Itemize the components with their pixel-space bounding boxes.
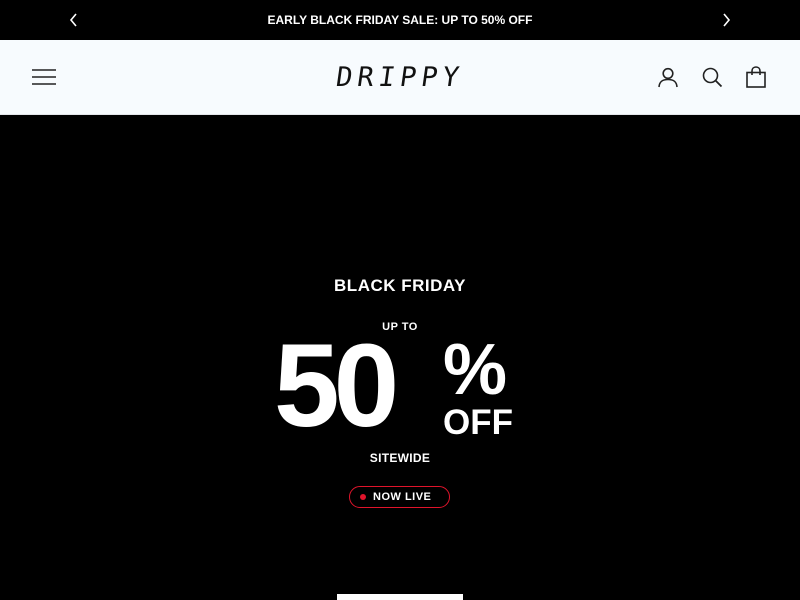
now-live-badge: NOW LIVE (349, 486, 450, 508)
announcement-bar: EARLY BLACK FRIDAY SALE: UP TO 50% OFF (0, 0, 800, 40)
account-button[interactable] (657, 66, 679, 88)
user-icon (658, 67, 678, 88)
chevron-right-icon (723, 13, 731, 27)
live-dot-icon (360, 494, 366, 500)
hero-banner[interactable]: BLACK FRIDAY UP TO 50 % OFF SITEWIDE NOW… (0, 115, 800, 600)
hero-discount-amount: 50 (274, 320, 399, 452)
hero-up-to: UP TO (382, 321, 418, 333)
shopping-bag-icon (746, 66, 766, 88)
live-badge-label: NOW LIVE (373, 491, 432, 503)
search-icon (702, 67, 723, 88)
search-button[interactable] (701, 66, 723, 88)
cart-button[interactable] (745, 66, 767, 88)
hero-scope: SITEWIDE (369, 451, 431, 465)
hero-cta-button[interactable] (337, 594, 463, 600)
brand-logo[interactable]: DRIPPY (0, 62, 800, 93)
site-header: DRIPPY (0, 40, 800, 115)
next-announcement-button[interactable] (717, 11, 735, 29)
hero-off-label: OFF (443, 403, 513, 442)
hero-eyebrow: BLACK FRIDAY (334, 276, 466, 295)
announcement-text[interactable]: EARLY BLACK FRIDAY SALE: UP TO 50% OFF (0, 13, 800, 27)
hero-percent-sign: % (443, 330, 507, 410)
